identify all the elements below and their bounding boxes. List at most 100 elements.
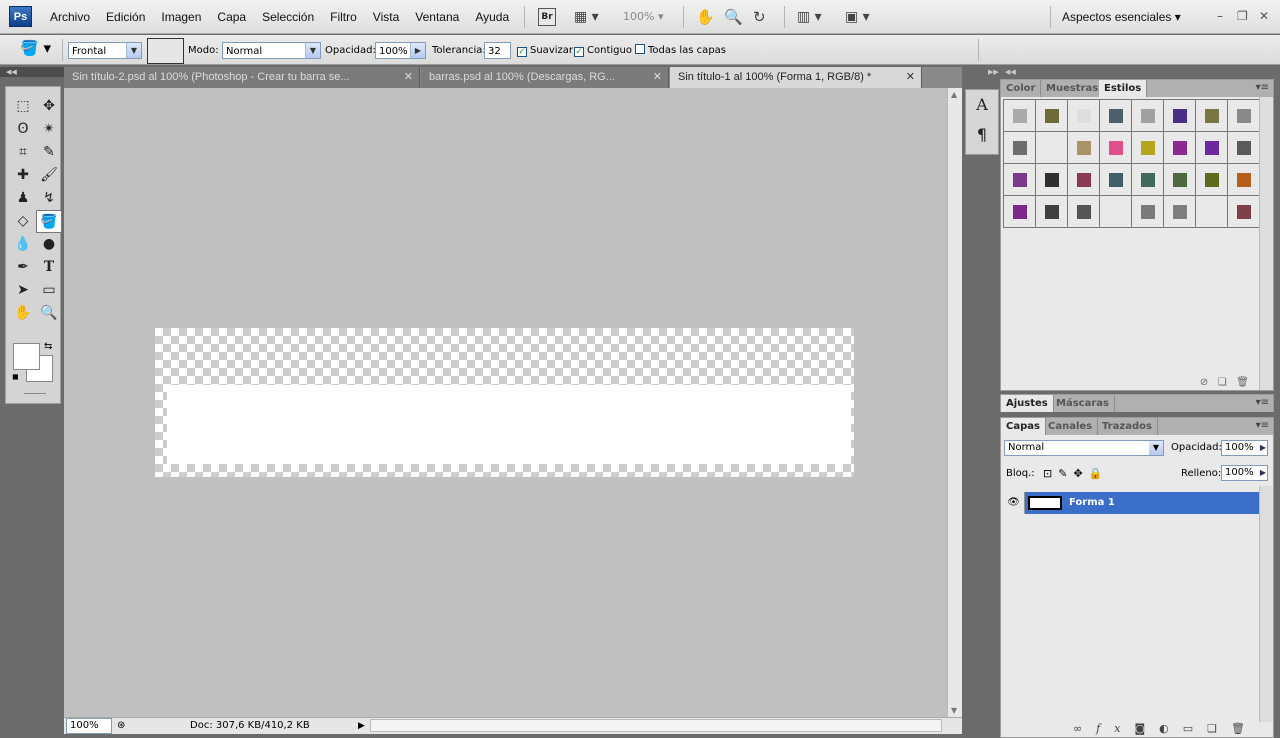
style-swatch[interactable] [1196,100,1228,132]
lock-all-icon[interactable]: 🔒 [1089,467,1109,480]
hand-tool-icon[interactable]: ✋ [10,302,36,325]
fill-field[interactable]: 100% ▶ [1221,465,1268,481]
lock-pixels-icon[interactable]: ✎ [1058,467,1073,480]
panel-menu-icon[interactable]: ▾≡ [1256,397,1269,408]
menu-capa[interactable]: Capa [209,0,254,34]
style-swatch[interactable] [1036,100,1068,132]
close-tab-icon[interactable]: ✕ [404,67,413,88]
zoom-tool-icon[interactable]: 🔍 [724,7,743,27]
workspace-switcher[interactable]: Aspectos esenciales ▾ [1062,0,1181,34]
style-swatch[interactable] [1164,196,1196,228]
menu-seleccion[interactable]: Selección [254,0,322,34]
pattern-picker[interactable] [147,38,184,64]
vertical-scrollbar[interactable]: ▲ ▼ [947,88,962,717]
style-swatch[interactable] [1164,100,1196,132]
collapse-dock-icon[interactable]: ◀◀ [1005,68,1016,76]
tab-sin-titulo-1[interactable]: Sin título-1 al 100% (Forma 1, RGB/8) * ✕ [670,67,922,88]
style-swatch[interactable] [1132,196,1164,228]
chevron-right-icon[interactable]: ▶ [410,43,425,58]
close-icon[interactable]: ✕ [1259,9,1269,23]
horizontal-scrollbar[interactable] [370,719,942,732]
style-swatch[interactable] [1036,196,1068,228]
tolerance-field[interactable]: 32 [484,42,511,59]
antialias-checkbox[interactable]: ✓ Suavizar [517,42,573,59]
menu-ventana[interactable]: Ventana [407,0,467,34]
eraser-tool-icon[interactable]: ◇ [10,210,36,233]
eye-icon[interactable]: 👁 [1003,492,1025,514]
move-tool-icon[interactable]: ✥ [36,95,62,118]
blend-mode-select[interactable]: Normal ▼ [1004,440,1164,456]
layer-row[interactable]: 👁 Forma 1 [1003,492,1261,514]
photoshop-logo[interactable]: Ps [9,6,32,27]
tab-muestras[interactable]: Muestras [1041,80,1105,97]
tab-capas[interactable]: Capas [1001,418,1046,435]
menu-imagen[interactable]: Imagen [153,0,209,34]
style-swatch[interactable] [1068,164,1100,196]
bridge-button[interactable]: Br [538,8,556,26]
style-swatch[interactable] [1228,100,1260,132]
style-swatch[interactable] [1132,164,1164,196]
crop-tool-icon[interactable]: ⌗ [10,141,36,164]
blur-tool-icon[interactable]: 💧 [10,233,36,256]
swap-colors-icon[interactable]: ⇆ [44,341,52,352]
style-swatch[interactable] [1100,164,1132,196]
style-swatch[interactable] [1100,100,1132,132]
style-swatch[interactable] [1228,132,1260,164]
style-swatch[interactable] [1132,132,1164,164]
style-swatch[interactable] [1100,196,1132,228]
zoom-level-menu[interactable]: 100% ▾ [623,7,663,27]
history-brush-tool-icon[interactable]: ↯ [36,187,62,210]
menu-archivo[interactable]: Archivo [42,0,98,34]
default-colors-icon[interactable]: ◼ [12,372,19,381]
style-swatch[interactable] [1132,100,1164,132]
healing-brush-tool-icon[interactable]: ✚ [10,164,36,187]
chevron-right-icon[interactable]: ▶ [1260,466,1266,480]
style-swatch[interactable] [1068,196,1100,228]
panel-menu-icon[interactable]: ▾≡ [1256,420,1269,431]
tab-trazados[interactable]: Trazados [1097,418,1158,435]
menu-ayuda[interactable]: Ayuda [467,0,517,34]
quick-mask-icon[interactable] [24,393,46,394]
pen-tool-icon[interactable]: ✒ [10,256,36,279]
menu-vista[interactable]: Vista [365,0,407,34]
trash-icon[interactable]: 🗑 [1231,722,1259,735]
paint-bucket-tool-icon[interactable]: 🪣 [36,210,62,233]
adjustment-layer-icon[interactable]: ◐ [1159,722,1183,735]
paragraph-panel-icon[interactable]: ¶ [966,120,998,150]
style-swatch[interactable] [1036,164,1068,196]
lock-transparency-icon[interactable]: ⊡ [1043,467,1058,480]
opacity-field[interactable]: 100% ▶ [375,42,426,59]
style-swatch[interactable] [1036,132,1068,164]
style-swatch[interactable] [1228,196,1260,228]
style-swatch[interactable] [1068,100,1100,132]
new-group-icon[interactable]: ▭ [1183,722,1207,735]
style-swatch[interactable] [1196,196,1228,228]
scroll-down-icon[interactable]: ▼ [951,706,957,715]
trash-icon[interactable]: 🗑 [1236,377,1249,388]
style-swatch[interactable] [1228,164,1260,196]
rotate-view-icon[interactable]: ↻ [753,7,766,27]
style-swatch[interactable] [1004,164,1036,196]
add-mask-icon[interactable]: ◙ [1134,722,1159,735]
path-selection-tool-icon[interactable]: ➤ [10,279,36,302]
style-swatch[interactable] [1004,100,1036,132]
menu-filtro[interactable]: Filtro [322,0,365,34]
zoom-field[interactable]: 100% [66,718,112,734]
layer-opacity-field[interactable]: 100% ▶ [1221,440,1268,456]
lock-position-icon[interactable]: ✥ [1073,467,1088,480]
link-layers-icon[interactable]: ∞ [1073,722,1096,735]
layer-style-icon[interactable]: fx [1096,722,1134,735]
style-swatch[interactable] [1196,164,1228,196]
status-menu-arrow-icon[interactable]: ▶ [358,718,365,734]
character-panel-icon[interactable]: A [966,90,998,120]
style-swatch[interactable] [1100,132,1132,164]
tab-canales[interactable]: Canales [1043,418,1099,435]
style-swatch[interactable] [1068,132,1100,164]
shape-tool-icon[interactable]: ▭ [36,279,62,302]
paint-bucket-preset-icon[interactable]: 🪣 ▾ [20,40,51,57]
lasso-tool-icon[interactable]: ʘ [10,118,36,141]
document-canvas-area[interactable] [64,88,947,717]
close-tab-icon[interactable]: ✕ [653,67,662,88]
expand-dock-icon[interactable]: ▶▶ [988,68,999,76]
style-swatch[interactable] [1164,132,1196,164]
